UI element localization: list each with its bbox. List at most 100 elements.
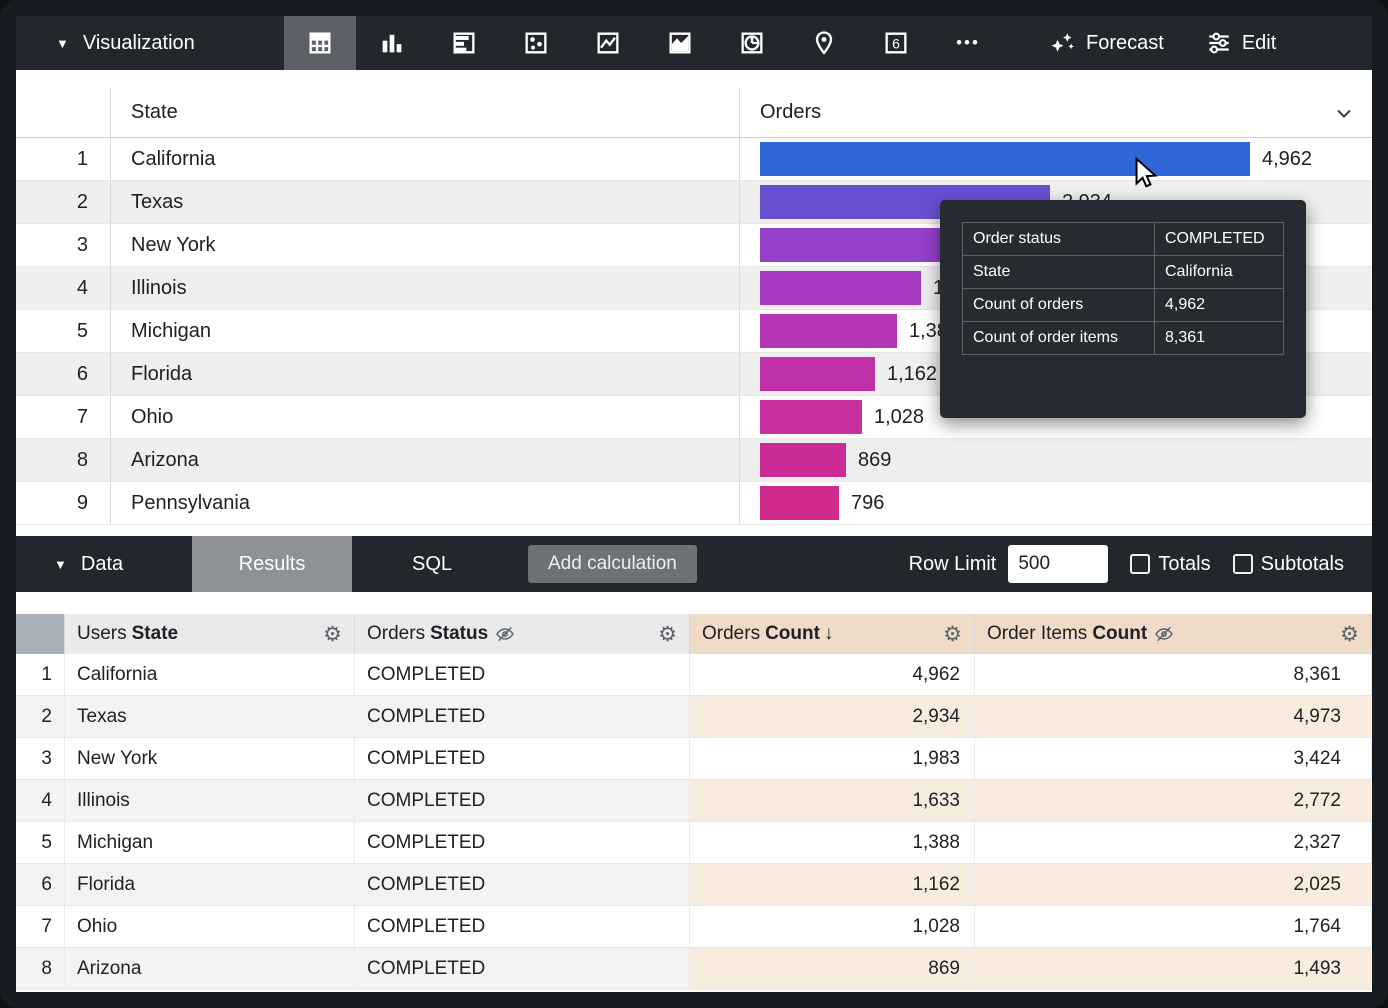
- sort-descending-icon[interactable]: ↓: [824, 623, 834, 645]
- gear-icon[interactable]: ⚙: [1340, 624, 1359, 645]
- viz-type-scatter-button[interactable]: [500, 16, 572, 70]
- viz-row-state[interactable]: New York: [110, 224, 740, 266]
- cell-users-state[interactable]: Florida: [65, 864, 355, 905]
- header-users-state[interactable]: Users State ⚙: [65, 614, 355, 654]
- cell-orders-status[interactable]: COMPLETED: [355, 906, 690, 947]
- edit-button[interactable]: Edit: [1206, 30, 1276, 56]
- cell-orders-status[interactable]: COMPLETED: [355, 738, 690, 779]
- viz-row-rank: 1: [16, 138, 110, 180]
- subtotals-label: Subtotals: [1261, 553, 1344, 576]
- header-order-items-count[interactable]: Order Items Count ⚙: [975, 614, 1372, 654]
- viz-type-line-chart-button[interactable]: [572, 16, 644, 70]
- cell-orders-status[interactable]: COMPLETED: [355, 654, 690, 695]
- gear-icon[interactable]: ⚙: [943, 624, 962, 645]
- cell-users-state[interactable]: Michigan: [65, 822, 355, 863]
- visualization-toolbar: ▼ Visualization: [16, 16, 1372, 70]
- orders-bar[interactable]: [760, 400, 862, 434]
- results-header-row: Users State ⚙ Orders Status ⚙ Orders Cou…: [16, 614, 1372, 654]
- orders-bar[interactable]: [760, 228, 956, 262]
- visualization-section-toggle[interactable]: ▼ Visualization: [16, 32, 284, 55]
- viz-type-single-value-button[interactable]: 6: [860, 16, 932, 70]
- tooltip-label: State: [963, 256, 1155, 288]
- viz-row-state[interactable]: Arizona: [110, 439, 740, 481]
- viz-row-state[interactable]: Texas: [110, 181, 740, 223]
- viz-type-column-chart-button[interactable]: [356, 16, 428, 70]
- row-number: 6: [16, 864, 65, 905]
- totals-checkbox[interactable]: [1130, 554, 1150, 574]
- header-orders-count[interactable]: Orders Count ↓ ⚙: [690, 614, 975, 654]
- viz-row-state[interactable]: Ohio: [110, 396, 740, 438]
- viz-type-bar-chart-button[interactable]: [428, 16, 500, 70]
- subtotals-checkbox[interactable]: [1233, 554, 1253, 574]
- viz-type-area-chart-button[interactable]: [644, 16, 716, 70]
- viz-row-state[interactable]: Illinois: [110, 267, 740, 309]
- results-table-row: 7 Ohio COMPLETED 1,028 1,764: [16, 906, 1372, 948]
- orders-bar-value: 1,162: [887, 363, 937, 386]
- row-limit-input[interactable]: [1008, 545, 1108, 583]
- viz-header-orders[interactable]: Orders: [740, 88, 1372, 137]
- forecast-button[interactable]: Forecast: [1050, 30, 1164, 56]
- cell-order-items-count[interactable]: 1,493: [975, 948, 1372, 989]
- orders-bar[interactable]: [760, 314, 897, 348]
- viz-row-state[interactable]: Pennsylvania: [110, 482, 740, 524]
- row-number: 2: [16, 696, 65, 737]
- viz-row-state[interactable]: California: [110, 138, 740, 180]
- orders-bar[interactable]: [760, 443, 846, 477]
- viz-type-pie-chart-button[interactable]: [716, 16, 788, 70]
- cell-orders-count[interactable]: 869: [690, 948, 975, 989]
- cell-order-items-count[interactable]: 1,764: [975, 906, 1372, 947]
- cell-order-items-count[interactable]: 8,361: [975, 654, 1372, 695]
- cell-order-items-count[interactable]: 3,424: [975, 738, 1372, 779]
- edit-label: Edit: [1242, 32, 1276, 55]
- cell-orders-count[interactable]: 1,633: [690, 780, 975, 821]
- cell-order-items-count[interactable]: 2,327: [975, 822, 1372, 863]
- chevron-down-icon[interactable]: [1332, 101, 1356, 125]
- orders-bar[interactable]: [760, 271, 921, 305]
- gear-icon[interactable]: ⚙: [658, 624, 677, 645]
- cell-order-items-count[interactable]: 2,772: [975, 780, 1372, 821]
- cell-users-state[interactable]: Illinois: [65, 780, 355, 821]
- cell-users-state[interactable]: New York: [65, 738, 355, 779]
- cell-orders-count[interactable]: 2,934: [690, 696, 975, 737]
- cell-orders-count[interactable]: 1,388: [690, 822, 975, 863]
- viz-row-orders-cell: 4,962: [740, 138, 1372, 180]
- gear-icon[interactable]: ⚙: [323, 624, 342, 645]
- viz-row-state[interactable]: Florida: [110, 353, 740, 395]
- orders-bar[interactable]: [760, 142, 1250, 176]
- cell-orders-status[interactable]: COMPLETED: [355, 822, 690, 863]
- viz-type-more-button[interactable]: •••: [932, 16, 1004, 70]
- tab-sql[interactable]: SQL: [352, 536, 512, 592]
- viz-row-state[interactable]: Michigan: [110, 310, 740, 352]
- cell-orders-count[interactable]: 4,962: [690, 654, 975, 695]
- orders-bar[interactable]: [760, 486, 839, 520]
- viz-type-map-button[interactable]: [788, 16, 860, 70]
- cell-orders-count[interactable]: 1,028: [690, 906, 975, 947]
- row-number: 8: [16, 948, 65, 989]
- cell-orders-count[interactable]: 1,983: [690, 738, 975, 779]
- header-prefix: Order Items: [987, 623, 1087, 645]
- viz-row-rank: 5: [16, 310, 110, 352]
- orders-bar[interactable]: [760, 357, 875, 391]
- viz-header-state[interactable]: State: [110, 88, 740, 137]
- viz-type-table-button[interactable]: [284, 16, 356, 70]
- cell-order-items-count[interactable]: 2,025: [975, 864, 1372, 905]
- cell-users-state[interactable]: Ohio: [65, 906, 355, 947]
- cell-orders-status[interactable]: COMPLETED: [355, 948, 690, 989]
- cell-users-state[interactable]: Arizona: [65, 948, 355, 989]
- header-orders-status[interactable]: Orders Status ⚙: [355, 614, 690, 654]
- tooltip-table: Order status COMPLETED State California …: [962, 222, 1284, 355]
- cell-orders-status[interactable]: COMPLETED: [355, 780, 690, 821]
- cell-orders-status[interactable]: COMPLETED: [355, 864, 690, 905]
- cell-orders-count[interactable]: 1,162: [690, 864, 975, 905]
- cell-users-state[interactable]: California: [65, 654, 355, 695]
- cell-orders-status[interactable]: COMPLETED: [355, 696, 690, 737]
- column-chart-icon: [378, 29, 406, 57]
- forecast-sparkle-icon: [1050, 30, 1076, 56]
- header-field: Status: [430, 623, 488, 645]
- tab-results[interactable]: Results: [192, 536, 352, 592]
- tooltip-row: State California: [963, 256, 1283, 289]
- data-section-toggle[interactable]: ▼ Data: [16, 553, 192, 576]
- cell-order-items-count[interactable]: 4,973: [975, 696, 1372, 737]
- add-calculation-button[interactable]: Add calculation: [528, 545, 697, 583]
- cell-users-state[interactable]: Texas: [65, 696, 355, 737]
